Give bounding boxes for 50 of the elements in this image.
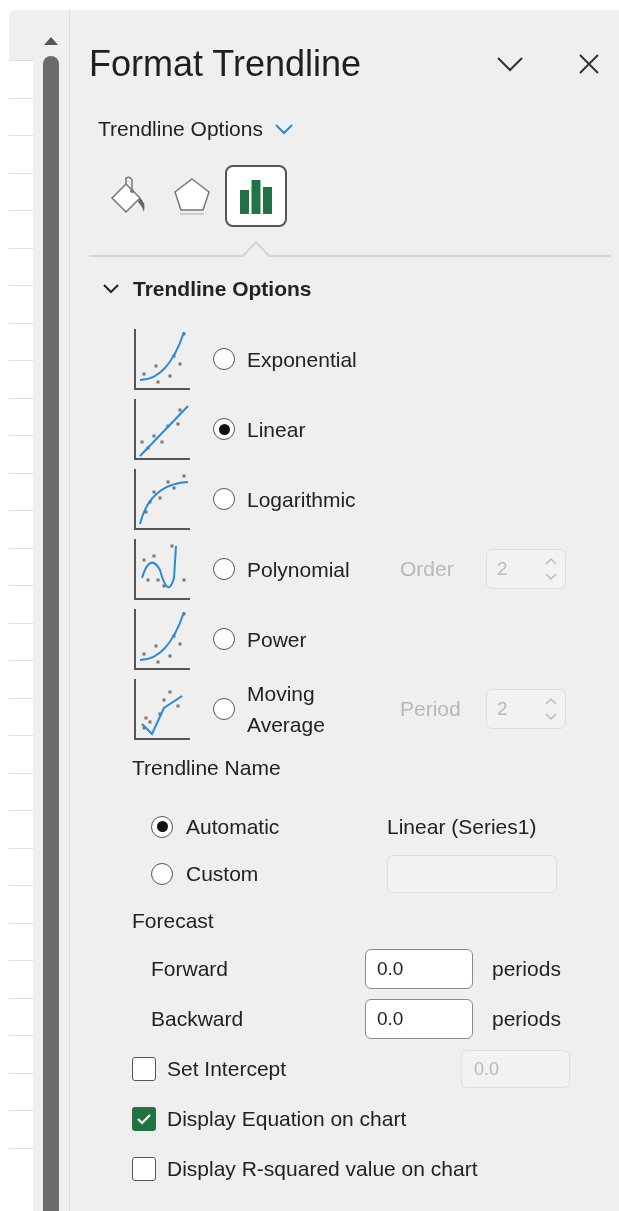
trendline-chart-icon bbox=[134, 398, 190, 460]
trendline-name-value: Linear (Series1) bbox=[387, 813, 537, 840]
option-label: Moving Average bbox=[247, 681, 326, 738]
trendline-chart-icon bbox=[134, 468, 190, 530]
periods-field[interactable]: 0.0 bbox=[365, 949, 473, 989]
radio-button[interactable] bbox=[213, 628, 235, 650]
spin-arrows-icon bbox=[545, 557, 557, 581]
options-dropdown[interactable]: Trendline Options bbox=[98, 111, 293, 147]
trendline-chart-icon bbox=[134, 538, 190, 600]
group-label: Trendline Name bbox=[132, 755, 281, 781]
group-label: Forecast bbox=[132, 908, 214, 934]
caret-icon bbox=[275, 123, 293, 135]
periods-field[interactable]: 0.0 bbox=[365, 999, 473, 1039]
option-label: Custom bbox=[186, 860, 260, 887]
trendline-chart-icon bbox=[134, 328, 190, 390]
trendline-chart-icon bbox=[134, 678, 190, 740]
radio-button[interactable] bbox=[213, 558, 235, 580]
checkbox-label: Set Intercept bbox=[167, 1056, 288, 1083]
chevron-down-icon[interactable] bbox=[496, 56, 524, 72]
option-label: Linear bbox=[247, 416, 307, 443]
scroll-up-icon[interactable] bbox=[43, 36, 59, 46]
checkbox[interactable] bbox=[132, 1057, 156, 1081]
radio-button[interactable] bbox=[213, 698, 235, 720]
chevron-down-icon bbox=[103, 284, 119, 294]
pane-title: Format Trendline bbox=[89, 46, 363, 82]
radio-button[interactable] bbox=[213, 488, 235, 510]
option-label: Power bbox=[247, 626, 308, 653]
radio-button[interactable] bbox=[213, 418, 235, 440]
radio-button[interactable] bbox=[213, 348, 235, 370]
field-label: Backward bbox=[151, 1006, 245, 1033]
checkbox-label: Display Equation on chart bbox=[167, 1106, 408, 1133]
field-label: Forward bbox=[151, 956, 230, 983]
unit-label: periods bbox=[492, 956, 561, 983]
option-label: Exponential bbox=[247, 346, 358, 373]
unit-label: periods bbox=[492, 1006, 561, 1033]
section-header[interactable]: Trendline Options bbox=[103, 274, 312, 304]
checkbox[interactable] bbox=[132, 1157, 156, 1181]
trendline-chart-icon bbox=[134, 608, 190, 670]
option-label: Logarithmic bbox=[247, 486, 357, 513]
option-label: Polynomial bbox=[247, 556, 351, 583]
radio-button[interactable] bbox=[151, 815, 173, 838]
format-tab[interactable] bbox=[225, 165, 287, 227]
close-icon[interactable] bbox=[578, 53, 600, 75]
checkmark-icon bbox=[137, 1113, 151, 1125]
checkbox[interactable] bbox=[132, 1107, 156, 1131]
checkbox-label: Display R-squared value on chart bbox=[167, 1156, 479, 1183]
option-label: Automatic bbox=[186, 813, 281, 840]
pentagon-icon bbox=[172, 176, 212, 216]
radio-button[interactable] bbox=[151, 862, 173, 885]
spin-arrows-icon bbox=[545, 697, 557, 721]
